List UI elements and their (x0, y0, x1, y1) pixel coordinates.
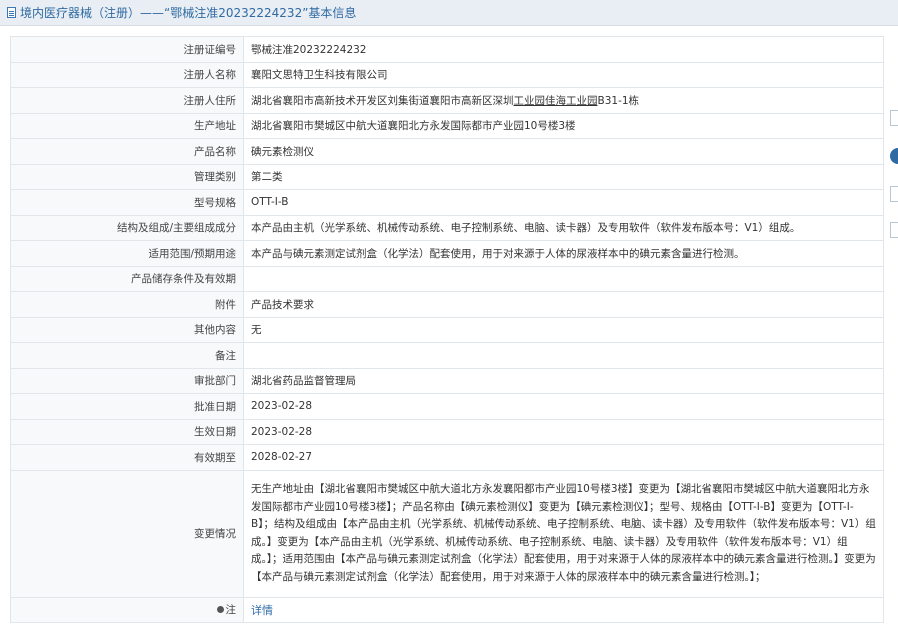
table-row: 生效日期 2023-02-28 (10, 418, 884, 445)
row-value: 湖北省襄阳市樊城区中航大道襄阳北方永发国际都市产业园10号楼3楼 (243, 112, 884, 139)
table-row: 型号规格 OTT-I-B (10, 189, 884, 216)
table-row: 有效期至 2028-02-27 (10, 444, 884, 471)
page-title: 境内医疗器械（注册）——“鄂械注准20232224232”基本信息 (20, 6, 357, 20)
row-label: 有效期至 (10, 444, 244, 471)
row-label: 型号规格 (10, 189, 244, 216)
table-row: 审批部门 湖北省药品监督管理局 (10, 367, 884, 394)
note-label: 注 (225, 604, 237, 617)
row-value: 湖北省襄阳市高新技术开发区刘集街道襄阳市高新区深圳工业园佳海工业园B31-1栋 (243, 87, 884, 114)
row-value: 鄂械注准20232224232 (243, 36, 884, 63)
row-value: 2023-02-28 (243, 393, 884, 420)
row-value: 无 (243, 316, 884, 343)
row-value (243, 342, 884, 369)
row-label: 注册人名称 (10, 61, 244, 88)
change-history-text: 无生产地址由【湖北省襄阳市樊城区中航大道北方永发襄阳都市产业园10号楼3楼】变更… (243, 469, 884, 598)
table-row: 变更情况 无生产地址由【湖北省襄阳市樊城区中航大道北方永发襄阳都市产业园10号楼… (10, 469, 884, 598)
row-value: 产品技术要求 (243, 291, 884, 318)
row-label: 产品储存条件及有效期 (10, 265, 244, 292)
side-tool-close-icon[interactable] (890, 222, 898, 238)
table-row: 产品名称 碘元素检测仪 (10, 138, 884, 165)
row-value (243, 265, 884, 292)
info-table: 注册证编号 鄂械注准20232224232 注册人名称 襄阳文思特卫生科技有限公… (10, 36, 884, 623)
document-icon (7, 7, 16, 18)
row-label: 变更情况 (10, 469, 244, 598)
side-toolbar (888, 110, 898, 246)
table-row: 产品储存条件及有效期 (10, 265, 884, 292)
row-label: 注册人住所 (10, 87, 244, 114)
side-tool-doc-icon[interactable] (890, 110, 898, 126)
table-row: 其他内容 无 (10, 316, 884, 343)
row-label: 结构及组成/主要组成成分 (10, 214, 244, 241)
page-header: 境内医疗器械（注册）——“鄂械注准20232224232”基本信息 (0, 0, 898, 26)
row-value: 湖北省药品监督管理局 (243, 367, 884, 394)
table-row: 附件 产品技术要求 (10, 291, 884, 318)
row-label: 审批部门 (10, 367, 244, 394)
pin-icon (216, 605, 224, 613)
row-value: 2028-02-27 (243, 444, 884, 471)
address-underlined: 工业园佳海工业园 (513, 94, 598, 107)
row-label: 管理类别 (10, 163, 244, 190)
row-label: 附件 (10, 291, 244, 318)
row-value: 本产品由主机（光学系统、机械传动系统、电子控制系统、电脑、读卡器）及专用软件（软… (243, 214, 884, 241)
row-value: 碘元素检测仪 (243, 138, 884, 165)
row-label: 产品名称 (10, 138, 244, 165)
table-row: 结构及组成/主要组成成分 本产品由主机（光学系统、机械传动系统、电子控制系统、电… (10, 214, 884, 241)
row-label: 注 (10, 596, 244, 623)
side-tool-circle-icon[interactable] (890, 148, 898, 164)
side-tool-phone-icon[interactable] (890, 186, 898, 202)
row-label: 生效日期 (10, 418, 244, 445)
row-value: 本产品与碘元素测定试剂盒（化学法）配套使用，用于对来源于人体的尿液样本中的碘元素… (243, 240, 884, 267)
details-link[interactable]: 详情 (251, 604, 273, 617)
table-row: 注册人住所 湖北省襄阳市高新技术开发区刘集街道襄阳市高新区深圳工业园佳海工业园B… (10, 87, 884, 114)
row-label: 备注 (10, 342, 244, 369)
table-row: 注册证编号 鄂械注准20232224232 (10, 36, 884, 63)
table-row: 适用范围/预期用途 本产品与碘元素测定试剂盒（化学法）配套使用，用于对来源于人体… (10, 240, 884, 267)
table-row: 批准日期 2023-02-28 (10, 393, 884, 420)
row-label: 适用范围/预期用途 (10, 240, 244, 267)
table-row: 生产地址 湖北省襄阳市樊城区中航大道襄阳北方永发国际都市产业园10号楼3楼 (10, 112, 884, 139)
row-label: 批准日期 (10, 393, 244, 420)
table-row: 注 详情 (10, 596, 884, 623)
row-value: OTT-I-B (243, 189, 884, 216)
row-value: 襄阳文思特卫生科技有限公司 (243, 61, 884, 88)
table-row: 备注 (10, 342, 884, 369)
address-part: B31-1栋 (597, 94, 640, 107)
row-label: 其他内容 (10, 316, 244, 343)
row-value: 第二类 (243, 163, 884, 190)
row-value: 2023-02-28 (243, 418, 884, 445)
table-row: 管理类别 第二类 (10, 163, 884, 190)
address-part: 湖北省襄阳市高新技术开发区刘集街道襄阳市高新区深圳 (251, 94, 514, 107)
row-label: 注册证编号 (10, 36, 244, 63)
row-value: 详情 (243, 596, 884, 623)
table-row: 注册人名称 襄阳文思特卫生科技有限公司 (10, 61, 884, 88)
row-label: 生产地址 (10, 112, 244, 139)
